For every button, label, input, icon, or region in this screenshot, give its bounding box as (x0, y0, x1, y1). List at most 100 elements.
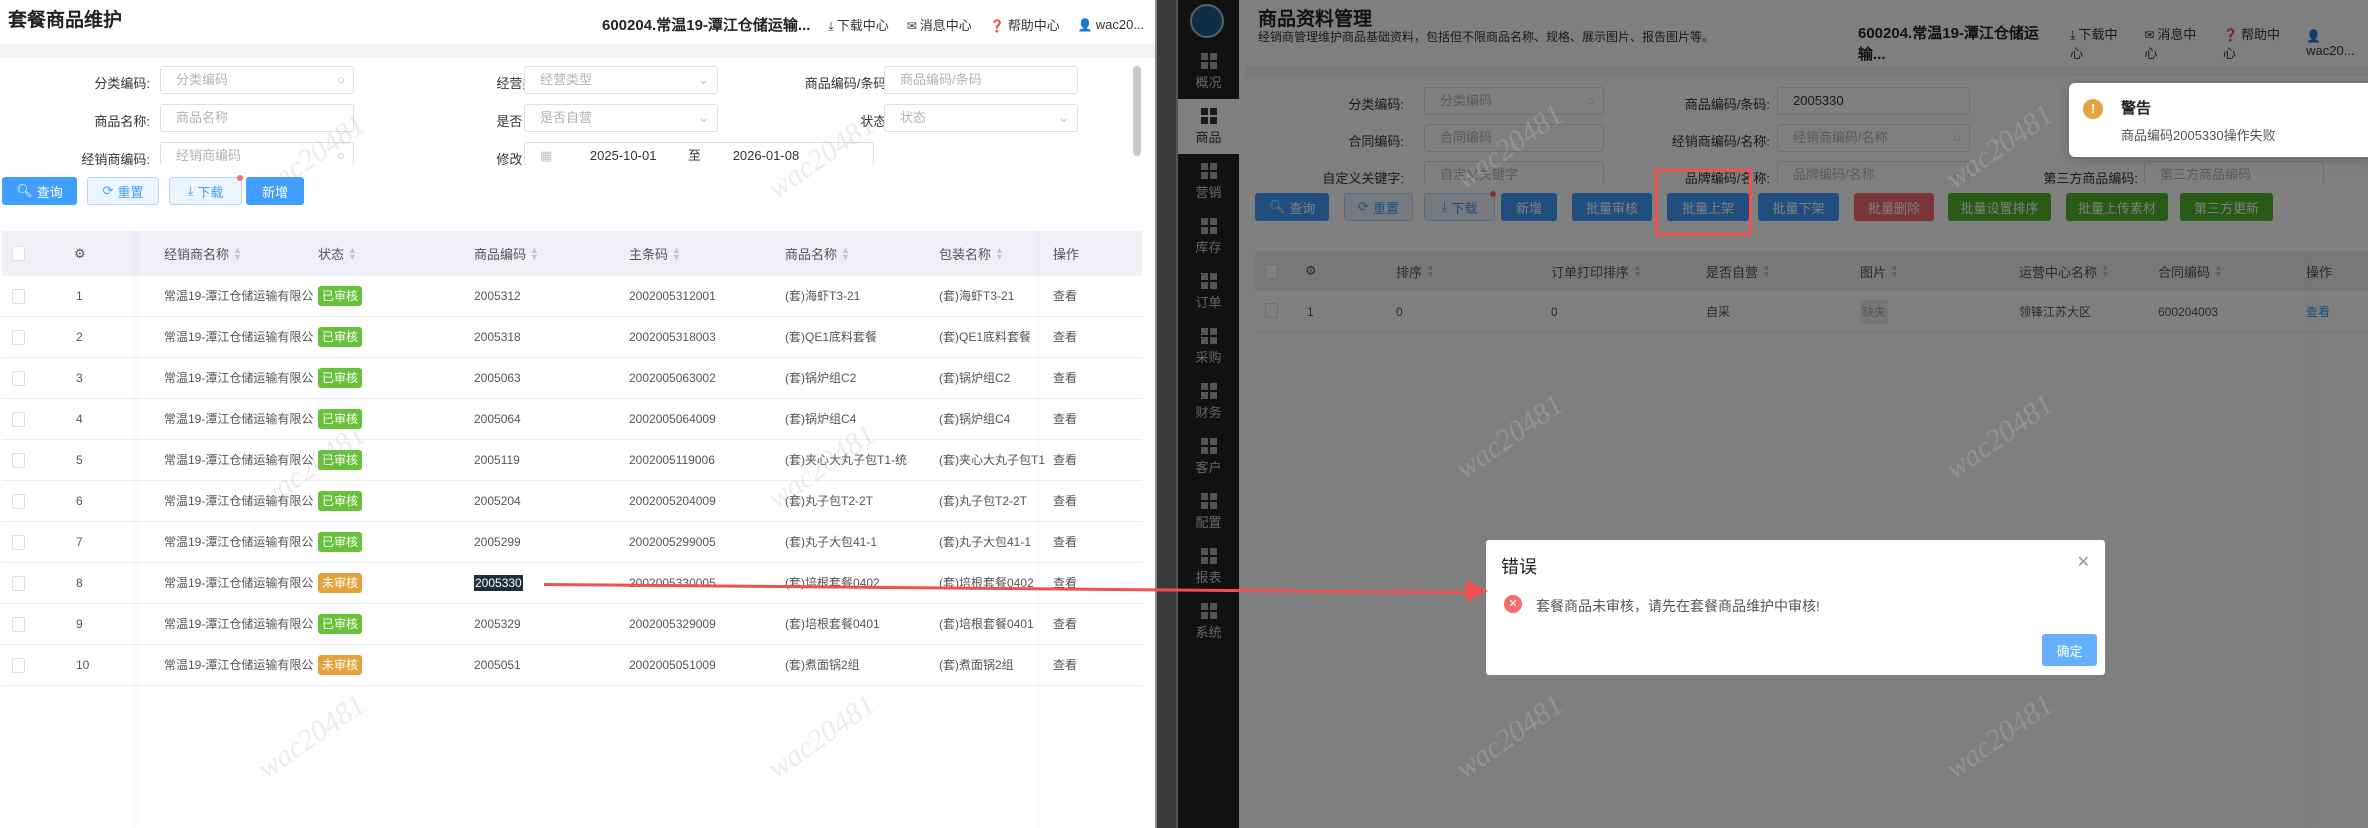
view-link[interactable]: 查看 (1053, 399, 1077, 440)
view-link[interactable]: 查看 (1053, 481, 1077, 522)
view-link[interactable]: 查看 (1053, 563, 1077, 604)
cell-status: 已审核 (318, 276, 363, 317)
status-badge: 已审核 (318, 368, 363, 388)
reset-button[interactable]: ⟳重置 (87, 177, 159, 205)
self-op-select[interactable]: 是否自营 ⌄ (524, 104, 718, 132)
op-text: 查看 (1053, 658, 1078, 672)
row-checkbox[interactable] (12, 535, 25, 550)
add-button[interactable]: 新增 (246, 177, 304, 205)
idx-text: 3 (76, 371, 83, 385)
col-dealer[interactable]: 经销商名称 ▲ ▼ (164, 231, 242, 276)
pack-text: (套)煮面锅2组 (939, 658, 1014, 672)
cell-name: (套)QE1底料套餐 (785, 317, 935, 358)
idx-text: 9 (76, 617, 83, 631)
cell-pack: (套)海虾T3-21 (939, 276, 1051, 317)
cell-status: 已审核 (318, 481, 363, 522)
col-code[interactable]: 商品编码 ▲ ▼ (474, 231, 539, 276)
status-badge: 已审核 (318, 491, 363, 511)
barcode-text: 2002005063002 (629, 371, 716, 385)
cell-barcode: 2002005329009 (629, 604, 716, 645)
gear-icon[interactable]: ⚙ (74, 231, 86, 276)
query-button[interactable]: 🔍︎查询 (2, 177, 77, 205)
fixed-column-shadow (133, 231, 134, 828)
row-checkbox[interactable] (12, 412, 25, 427)
scrollbar[interactable] (1133, 66, 1141, 156)
col-name[interactable]: 商品名称 ▲ ▼ (785, 231, 850, 276)
cell-code: 2005063 (474, 358, 521, 399)
view-link[interactable]: 查看 (1053, 645, 1077, 686)
name-input[interactable]: 商品名称 (160, 104, 354, 132)
view-link[interactable]: 查看 (1053, 604, 1077, 645)
code-text: 2005329 (474, 617, 521, 631)
status-badge: 已审核 (318, 286, 363, 306)
select-all-checkbox[interactable] (12, 231, 25, 276)
code-input[interactable]: 商品编码/条码 (884, 66, 1078, 94)
cell-barcode: 2002005063002 (629, 358, 716, 399)
close-icon[interactable]: ✕ (2077, 552, 2090, 572)
download-label: 下载 (197, 184, 224, 200)
cell-name: (套)培根套餐0402 (785, 563, 935, 604)
row-checkbox[interactable] (12, 371, 25, 386)
user-menu[interactable]: 👤wac20... (1078, 17, 1144, 32)
notification-dot (237, 175, 243, 181)
view-link[interactable]: 查看 (1053, 317, 1077, 358)
barcode-text: 2002005312001 (629, 289, 716, 303)
sort-icon: ▲▼ (530, 244, 539, 262)
idx-text: 7 (76, 535, 83, 549)
confirm-button[interactable]: 确定 (2042, 634, 2097, 666)
cell-dealer: 常温19-潭江仓储运输有限公 (164, 317, 314, 358)
row-checkbox[interactable] (12, 494, 25, 509)
store-name[interactable]: 600204.常温19-潭江仓储运输... (602, 14, 810, 35)
cell-name: (套)海虾T3-21 (785, 276, 935, 317)
cell-pack: (套)夹心大丸子包T1 (939, 440, 1051, 481)
view-link[interactable]: 查看 (1053, 440, 1077, 481)
date-range-input[interactable]: ▦ 2025-10-01 至 2026-01-08 (524, 142, 874, 166)
selected-code-highlight (473, 573, 523, 593)
col-op: 操作 (1053, 231, 1079, 276)
cell-barcode: 2002005064009 (629, 399, 716, 440)
name-label: 商品名称: (94, 114, 150, 129)
row-checkbox[interactable] (12, 289, 25, 304)
product-management-window: 概况商品营销库存订单采购财务客户配置报表系统 商品资料管理 经销商管理维护商品基… (1178, 0, 2368, 828)
table-row: 4 常温19-潭江仓储运输有限公 已审核 2005064 2002005064009 (套… (2, 399, 1142, 440)
dealer-code-input[interactable]: 经销商编码 ○ (160, 142, 354, 166)
col-status[interactable]: 状态 ▲ ▼ (318, 231, 357, 276)
view-link[interactable]: 查看 (1053, 522, 1077, 563)
code-text: 2005204 (474, 494, 521, 508)
cell-idx: 8 (76, 563, 83, 604)
toast-message: 商品编码2005330操作失败 (2121, 128, 2276, 143)
barcode-text: 2002005204009 (629, 494, 716, 508)
row-checkbox[interactable] (12, 617, 25, 632)
category-input[interactable]: 分类编码 ○ (160, 66, 354, 94)
view-link[interactable]: 查看 (1053, 358, 1077, 399)
sort-icon: ▲▼ (233, 244, 242, 262)
code-text: 2005051 (474, 658, 521, 672)
cell-barcode: 2002005318003 (629, 317, 716, 358)
help-center-link[interactable]: ❓帮助中心 (990, 15, 1060, 34)
download-button[interactable]: ⤓下载 (169, 175, 243, 205)
cell-name: (套)培根套餐0401 (785, 604, 935, 645)
col-pack[interactable]: 包装名称 ▲ ▼ (939, 231, 1004, 276)
code-label: 商品编码/条码: (804, 76, 890, 91)
cell-code: 2005051 (474, 645, 521, 686)
status-select[interactable]: 状态 ⌄ (884, 104, 1078, 132)
code-placeholder: 商品编码/条码 (900, 72, 982, 87)
sort-icon: ▲▼ (995, 244, 1004, 262)
cell-name: (套)丸子大包41-1 (785, 522, 935, 563)
row-checkbox[interactable] (12, 330, 25, 345)
row-checkbox[interactable] (12, 453, 25, 468)
row-checkbox[interactable] (12, 658, 25, 673)
row-checkbox[interactable] (12, 576, 25, 591)
cell-status: 已审核 (318, 358, 363, 399)
code-text: 2005299 (474, 535, 521, 549)
dealer-text: 常温19-潭江仓储运输有限公 (164, 658, 314, 672)
download-center-link[interactable]: ⤓下载中心 (828, 15, 888, 34)
name-text: (套)丸子大包41-1 (785, 535, 878, 549)
dealer-text: 常温19-潭江仓储运输有限公 (164, 494, 314, 508)
view-link[interactable]: 查看 (1053, 276, 1077, 317)
col-barcode[interactable]: 主条码 ▲ ▼ (629, 231, 681, 276)
message-center-link[interactable]: ✉消息中心 (907, 15, 972, 34)
biz-type-select[interactable]: 经营类型 ⌄ (524, 66, 718, 94)
op-text: 查看 (1053, 494, 1078, 508)
code-text: 2005119 (474, 453, 520, 467)
